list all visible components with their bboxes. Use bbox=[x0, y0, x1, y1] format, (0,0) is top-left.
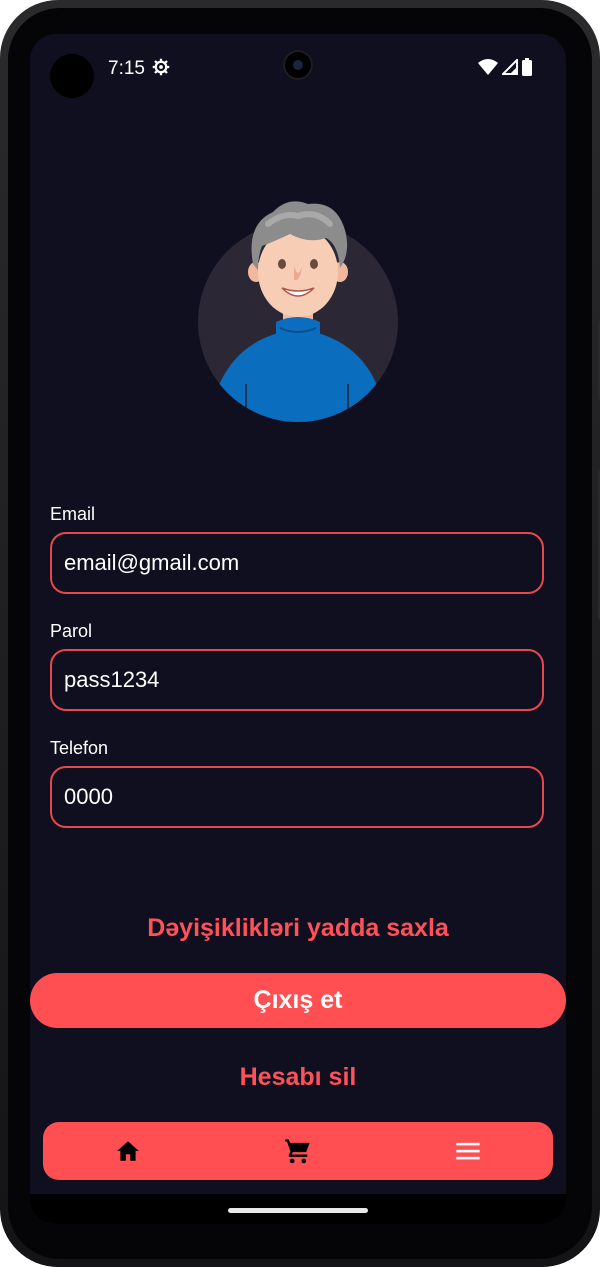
phone-frame: 7:15 Email email@gmail.com Parol pass123… bbox=[0, 0, 600, 1267]
home-gesture-bar[interactable] bbox=[228, 1208, 368, 1213]
phone-field[interactable]: 0000 bbox=[50, 766, 544, 828]
phone-label: Telefon bbox=[50, 738, 109, 758]
profile-avatar[interactable] bbox=[198, 194, 398, 424]
nav-cart[interactable] bbox=[213, 1122, 383, 1180]
system-icons bbox=[478, 58, 532, 76]
gesture-area bbox=[30, 1194, 566, 1224]
battery-icon bbox=[522, 58, 532, 76]
settings-gear-icon bbox=[152, 58, 170, 76]
nav-menu[interactable] bbox=[383, 1122, 553, 1180]
menu-icon bbox=[456, 1142, 480, 1160]
app-screen: 7:15 Email email@gmail.com Parol pass123… bbox=[30, 34, 566, 1224]
delete-account-button[interactable]: Hesabı sil bbox=[30, 1063, 566, 1092]
signal-icon bbox=[502, 59, 518, 75]
home-icon bbox=[117, 1141, 139, 1161]
bottom-navigation bbox=[43, 1122, 553, 1180]
save-changes-button[interactable]: Dəyişiklikləri yadda saxla bbox=[30, 914, 566, 943]
cart-icon bbox=[285, 1139, 310, 1164]
nav-home[interactable] bbox=[43, 1122, 213, 1180]
password-field[interactable]: pass1234 bbox=[50, 649, 544, 711]
status-time: 7:15 bbox=[108, 58, 145, 79]
password-label: Parol bbox=[50, 621, 93, 641]
front-camera bbox=[283, 50, 313, 80]
status-bar: 7:15 bbox=[30, 34, 566, 104]
email-label: Email bbox=[50, 504, 96, 524]
camera-cutout bbox=[50, 54, 94, 98]
wifi-icon bbox=[478, 59, 498, 75]
logout-button[interactable]: Çıxış et bbox=[30, 973, 566, 1028]
email-field[interactable]: email@gmail.com bbox=[50, 532, 544, 594]
